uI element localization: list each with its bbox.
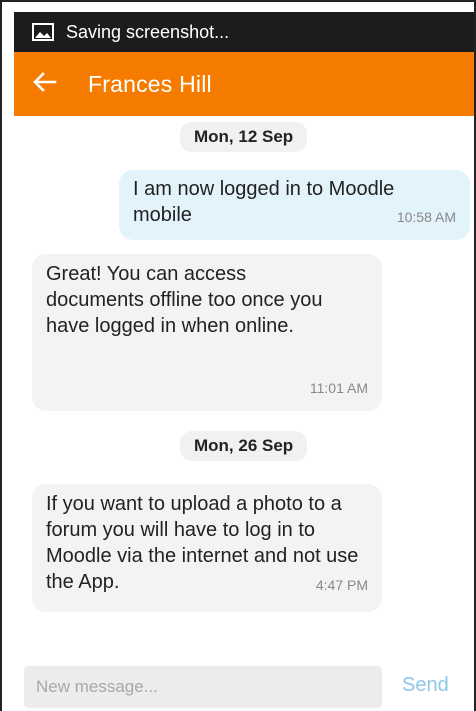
message-bubble-received[interactable]: Great! You can access documents offline …	[32, 254, 382, 411]
app-bar: Frances Hill	[14, 52, 474, 116]
new-message-input[interactable]	[24, 666, 382, 708]
arrow-left-icon	[33, 71, 57, 97]
message-list[interactable]: Mon, 12 Sep I am now logged in to Moodle…	[14, 116, 474, 651]
message-bubble-sent[interactable]: I am now logged in to Moodle mobile 10:5…	[119, 170, 470, 240]
message-time: 11:01 AM	[309, 380, 368, 396]
status-bar: Saving screenshot...	[14, 12, 474, 52]
date-separator: Mon, 12 Sep	[180, 122, 308, 152]
message-composer: Send	[14, 654, 474, 711]
status-text: Saving screenshot...	[66, 21, 230, 42]
image-icon	[32, 23, 54, 41]
date-separator: Mon, 26 Sep	[180, 431, 308, 461]
message-time: 4:47 PM	[315, 577, 368, 593]
app-screen: Saving screenshot... Frances Hill Mon, 1…	[0, 0, 476, 711]
contact-name: Frances Hill	[88, 70, 212, 97]
message-time: 10:58 AM	[396, 209, 456, 225]
back-button[interactable]	[20, 52, 70, 116]
message-text: Great! You can access documents offline …	[46, 263, 323, 337]
send-button[interactable]: Send	[402, 674, 449, 697]
message-bubble-received[interactable]: If you want to upload a photo to a forum…	[32, 484, 382, 612]
